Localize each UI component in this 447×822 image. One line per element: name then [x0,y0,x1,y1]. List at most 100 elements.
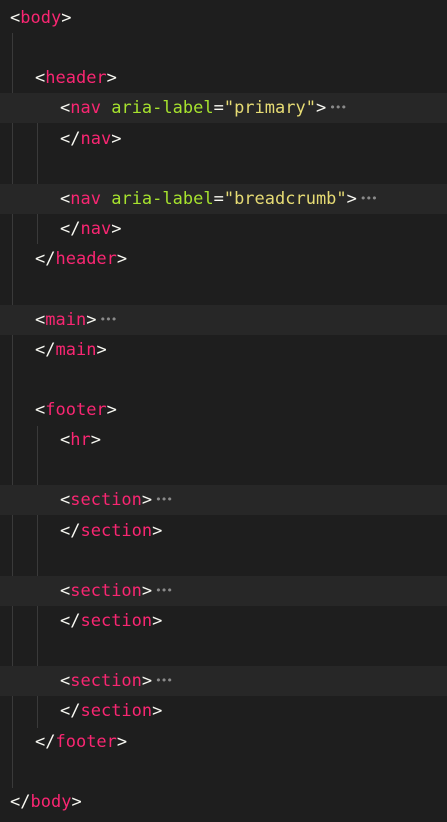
tag-open-bracket: </ [60,219,81,240]
tag-open-bracket: </ [35,339,56,360]
tag-name: nav [70,98,101,119]
code-text: <main> ••• [35,305,117,335]
code-text: <hr> [60,425,101,455]
code-text: </header> [35,244,127,274]
code-line[interactable]: </nav> [0,214,447,244]
tag-close-bracket: > [152,701,163,722]
tag-close-bracket: > [86,309,97,330]
tag-name: section [80,701,153,722]
code-text: <section> ••• [60,666,173,696]
code-text: </body> [10,787,82,817]
tag-close-bracket: > [106,68,117,89]
code-line[interactable]: </header> [0,244,447,274]
tag-close-bracket: > [152,520,163,541]
tag-name: section [80,520,153,541]
code-line[interactable]: <nav aria-label="breadcrumb"> ••• [0,183,447,214]
code-text: <body> [10,3,71,33]
tag-open-bracket: < [60,430,71,451]
tag-open-bracket: </ [35,249,56,270]
code-editor[interactable]: <body> <header> <nav aria-label="primary">… [0,0,447,822]
code-line[interactable]: </section> [0,606,447,636]
ellipsis-icon[interactable]: ••• [99,305,117,335]
tag-name: main [55,339,97,360]
tag-close-bracket: > [152,611,163,631]
code-line-blank[interactable] [0,274,447,304]
code-line-blank[interactable] [0,546,447,576]
code-text: <header> [35,63,117,93]
code-text: </footer> [35,727,127,757]
tag-open-bracket: < [35,68,46,89]
ellipsis-icon[interactable]: ••• [360,184,378,214]
code-line[interactable]: <main> ••• [0,304,447,335]
tag-close-bracket: > [96,339,107,360]
tag-open-bracket: < [60,188,71,209]
code-text: </main> [35,335,107,365]
code-line[interactable]: <section> ••• [0,575,447,606]
tag-name: section [80,611,153,631]
tag-open-bracket: </ [60,128,81,149]
code-line-blank[interactable] [0,33,447,63]
tag-open-bracket: < [60,490,71,511]
tag-close-bracket: > [90,430,101,451]
tag-open-bracket: < [60,671,71,692]
code-line[interactable]: </section> [0,516,447,546]
tag-name: hr [70,430,91,451]
tag-close-bracket: > [141,490,153,511]
tag-close-bracket: > [346,188,357,209]
code-line-blank[interactable] [0,757,447,787]
attribute-name: aria-label [111,98,214,119]
tag-name: nav [80,219,112,240]
tag-name: section [70,490,142,511]
attribute-equals: = [213,98,224,119]
tag-name: footer [55,731,117,752]
code-line[interactable]: </nav> [0,124,447,154]
code-line[interactable]: <nav aria-label="primary"> ••• [0,93,447,124]
tag-open-bracket: < [35,309,46,330]
tag-name: body [30,791,72,812]
code-line[interactable]: <section> ••• [0,485,447,516]
tag-open-bracket: </ [10,791,31,812]
code-line[interactable]: </body> [0,787,447,817]
tag-name: body [20,8,62,28]
tag-close-bracket: > [111,128,122,149]
tag-open-bracket: < [35,399,46,420]
code-line[interactable]: <footer> [0,395,447,425]
tag-close-bracket: > [106,399,117,420]
code-text: <nav aria-label="breadcrumb"> ••• [60,184,378,214]
attribute-name: aria-label [111,188,214,209]
attribute-value: "breadcrumb" [223,188,347,209]
code-line-blank[interactable] [0,636,447,666]
ellipsis-icon[interactable]: ••• [155,576,173,606]
tag-name: footer [45,399,107,420]
tag-close-bracket: > [141,580,153,601]
code-line-blank[interactable] [0,365,447,395]
code-line[interactable]: </main> [0,335,447,365]
code-text: </nav> [60,124,121,154]
code-line-blank[interactable] [0,154,447,184]
code-line[interactable]: <hr> [0,425,447,455]
tag-name: section [70,671,142,692]
code-line-blank[interactable] [0,455,447,485]
code-text: <section> ••• [60,485,173,515]
code-line[interactable]: <body> [0,3,447,33]
code-line[interactable]: </section> [0,696,447,726]
tag-close-bracket: > [116,731,128,752]
tag-close-bracket: > [141,671,153,692]
tag-close-bracket: > [315,98,327,119]
tag-name: nav [80,128,112,149]
code-text: </section> [60,606,162,636]
tag-name: nav [70,188,101,209]
code-text: </nav> [60,214,121,244]
ellipsis-icon[interactable]: ••• [155,485,173,515]
ellipsis-icon[interactable]: ••• [155,666,173,696]
tag-name: header [45,68,107,89]
tag-open-bracket: </ [35,731,56,752]
attribute-equals: = [213,188,224,209]
code-line[interactable]: <header> [0,63,447,93]
tag-open-bracket: < [60,580,71,601]
tag-open-bracket: </ [60,520,81,541]
ellipsis-icon[interactable]: ••• [329,93,347,123]
code-line[interactable]: <section> ••• [0,666,447,697]
code-line[interactable]: </footer> [0,727,447,757]
tag-open-bracket: < [10,8,21,28]
